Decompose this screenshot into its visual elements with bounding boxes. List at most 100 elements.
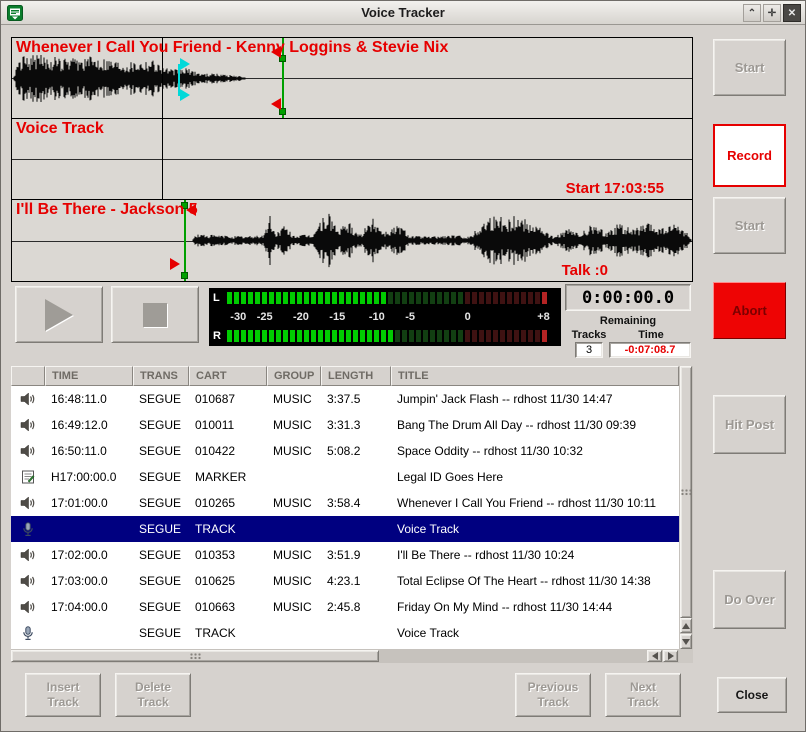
log-row[interactable]: SEGUETRACKVoice Track [11, 516, 679, 542]
start-track3-button[interactable]: Start [713, 197, 786, 254]
scroll-left-button[interactable] [647, 650, 662, 662]
meter-led [458, 330, 463, 342]
track1-title: Whenever I Call You Friend - Kenny Loggi… [16, 39, 448, 57]
log-cell [267, 516, 321, 542]
track3-handle-bottom[interactable] [181, 272, 188, 279]
meter-led [395, 330, 400, 342]
insert-track-button[interactable]: Insert Track [25, 673, 101, 717]
meter-led [381, 330, 386, 342]
meter-scale-label: -5 [405, 311, 415, 323]
audio-icon [11, 490, 45, 516]
track-icon [11, 620, 45, 646]
log-cell [321, 516, 391, 542]
stop-button[interactable] [111, 286, 199, 343]
log-row[interactable]: 16:48:11.0SEGUE010687MUSIC3:37.5Jumpin' … [11, 386, 679, 412]
meter-led [311, 292, 316, 304]
horizontal-scrollbar-thumb[interactable] [11, 650, 379, 662]
marker-icon [11, 464, 45, 490]
meter-led [255, 330, 260, 342]
track1-panel[interactable]: Whenever I Call You Friend - Kenny Loggi… [12, 38, 692, 119]
meter-led [325, 292, 330, 304]
meter-scale-label: +8 [537, 311, 550, 323]
pin-button[interactable]: ✛ [763, 4, 781, 22]
tracks-remaining-value: 3 [575, 342, 603, 358]
up-arrow-icon [682, 623, 690, 629]
vertical-scrollbar[interactable] [679, 366, 693, 649]
meter-led [402, 292, 407, 304]
log-cell: 2:45.8 [321, 594, 391, 620]
log-cell: MARKER [189, 464, 267, 490]
close-window-button[interactable]: ✕ [783, 4, 801, 22]
log-cell [45, 620, 133, 646]
column-header-title: TITLE [391, 366, 679, 386]
log-cell: Bang The Drum All Day -- rdhost 11/30 09… [391, 412, 679, 438]
meter-led [521, 330, 526, 342]
audio-icon [11, 568, 45, 594]
log-cell: 010422 [189, 438, 267, 464]
segue-arrow-bottom-icon[interactable] [271, 98, 281, 110]
meter-led [297, 292, 302, 304]
meter-led [465, 330, 470, 342]
log-cell [321, 464, 391, 490]
log-row[interactable]: SEGUETRACKVoice Track [11, 620, 679, 646]
remaining-label: Remaining [565, 315, 691, 327]
log-row[interactable]: 17:02:00.0SEGUE010353MUSIC3:51.9I'll Be … [11, 542, 679, 568]
log-cell: 010625 [189, 568, 267, 594]
record-button[interactable]: Record [713, 124, 786, 187]
log-row[interactable]: 16:49:12.0SEGUE010011MUSIC3:31.3Bang The… [11, 412, 679, 438]
meter-led [507, 292, 512, 304]
horizontal-scrollbar[interactable] [11, 649, 679, 663]
abort-button[interactable]: Abort [713, 282, 786, 339]
log-row[interactable]: H17:00:00.0SEGUEMARKERLegal ID Goes Here [11, 464, 679, 490]
meter-led [409, 330, 414, 342]
log-cell: Friday On My Mind -- rdhost 11/30 14:44 [391, 594, 679, 620]
track3-title: I'll Be There - Jackson 5 [16, 201, 198, 219]
meter-led [514, 330, 519, 342]
next-track-button[interactable]: Next Track [605, 673, 681, 717]
log-cell: 3:31.3 [321, 412, 391, 438]
previous-track-button[interactable]: Previous Track [515, 673, 591, 717]
fade-marker-bottom-icon[interactable] [180, 89, 190, 101]
meter-led [430, 330, 435, 342]
meter-led [332, 292, 337, 304]
track3-panel[interactable]: I'll Be There - Jackson 5 Talk :0 [12, 200, 692, 281]
log-row[interactable]: 17:01:00.0SEGUE010265MUSIC3:58.4Whenever… [11, 490, 679, 516]
audio-icon [11, 412, 45, 438]
scroll-up-button[interactable] [680, 618, 692, 633]
scroll-down-button[interactable] [680, 634, 692, 649]
meter-led [465, 292, 470, 304]
delete-track-button[interactable]: Delete Track [115, 673, 191, 717]
log-cell [267, 620, 321, 646]
meter-led [255, 292, 260, 304]
meter-led [507, 330, 512, 342]
log-row[interactable]: 17:04:00.0SEGUE010663MUSIC2:45.8Friday O… [11, 594, 679, 620]
do-over-button[interactable]: Do Over [713, 570, 786, 629]
meter-led [262, 330, 267, 342]
vertical-scrollbar-thumb[interactable] [680, 366, 692, 618]
hit-post-button[interactable]: Hit Post [713, 395, 786, 454]
meter-led [486, 292, 491, 304]
down-arrow-icon [682, 639, 690, 645]
log-cell: 16:50:11.0 [45, 438, 133, 464]
meter-scale: -30-25-20-15-10-50+8 [227, 311, 557, 324]
track2-title: Voice Track [16, 120, 104, 138]
play-button[interactable] [15, 286, 103, 343]
meter-led [514, 292, 519, 304]
log-row[interactable]: 17:03:00.0SEGUE010625MUSIC4:23.1Total Ec… [11, 568, 679, 594]
log-cell: MUSIC [267, 412, 321, 438]
meter-led [241, 292, 246, 304]
track2-panel[interactable]: Voice Track Start 17:03:55 [12, 119, 692, 200]
shade-button[interactable]: ⌃ [743, 4, 761, 22]
fade-marker-top-icon[interactable] [180, 58, 190, 70]
meter-led [535, 330, 540, 342]
log-row[interactable]: 16:50:11.0SEGUE010422MUSIC5:08.2Space Od… [11, 438, 679, 464]
audio-icon [11, 438, 45, 464]
stop-icon [143, 303, 167, 327]
scroll-right-button[interactable] [663, 650, 678, 662]
voice-tracker-window: Voice Tracker ⌃ ✛ ✕ Whenever I Call You … [0, 0, 806, 732]
log-cell: 5:08.2 [321, 438, 391, 464]
track3-arrow-bottom-icon[interactable] [170, 258, 180, 270]
close-button[interactable]: Close [717, 677, 787, 713]
start-track1-button[interactable]: Start [713, 39, 786, 96]
titlebar[interactable]: Voice Tracker ⌃ ✛ ✕ [1, 1, 805, 25]
